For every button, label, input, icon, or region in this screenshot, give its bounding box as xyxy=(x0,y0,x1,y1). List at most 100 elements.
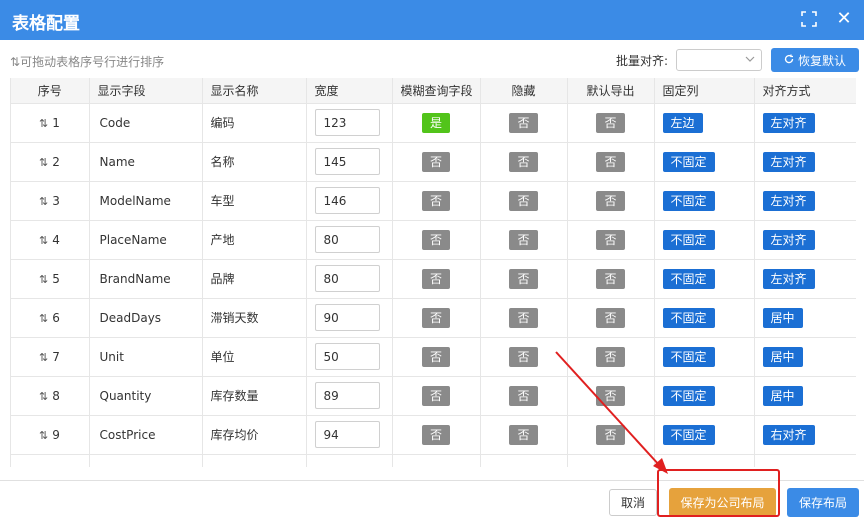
drag-handle-icon[interactable]: ⇅ xyxy=(39,429,48,442)
export-toggle[interactable]: 否 xyxy=(596,346,625,367)
row-seq-cell[interactable]: ⇅ 8 xyxy=(11,376,90,416)
width-input[interactable] xyxy=(314,265,380,292)
save-company-layout-button[interactable]: 保存为公司布局 xyxy=(669,488,776,517)
save-layout-button[interactable]: 保存布局 xyxy=(787,488,859,517)
drag-handle-icon[interactable]: ⇅ xyxy=(39,351,48,364)
width-input[interactable] xyxy=(314,226,380,253)
row-field: PlaceName xyxy=(89,220,203,260)
fixed-column-toggle[interactable]: 不固定 xyxy=(662,151,715,172)
align-toggle[interactable]: 左对齐 xyxy=(762,229,815,250)
drag-handle-icon[interactable]: ⇅ xyxy=(39,117,48,130)
align-toggle[interactable]: 左对齐 xyxy=(762,151,815,172)
fixed-column-toggle[interactable]: 不固定 xyxy=(662,190,715,211)
row-seq-cell[interactable]: ⇅ 4 xyxy=(11,220,90,260)
align-toggle[interactable]: 左对齐 xyxy=(762,268,815,289)
export-toggle[interactable]: 否 xyxy=(596,190,625,211)
fuzzy-toggle[interactable]: 否 xyxy=(421,268,450,289)
hidden-toggle[interactable]: 否 xyxy=(509,346,538,367)
fixed-column-toggle[interactable]: 不固定 xyxy=(662,268,715,289)
hidden-toggle[interactable]: 否 xyxy=(509,268,538,289)
row-seq-cell[interactable]: ⇅ 2 xyxy=(11,142,90,182)
fuzzy-toggle[interactable]: 否 xyxy=(421,151,450,172)
table-row[interactable]: ⇅8Quantity库存数量否否否不固定居中 xyxy=(11,376,856,416)
fuzzy-toggle[interactable]: 否 xyxy=(421,307,450,328)
fuzzy-toggle[interactable]: 否 xyxy=(421,385,450,406)
table-row[interactable]: ⇅1Code编码是否否左边左对齐 xyxy=(11,103,856,143)
hidden-toggle[interactable]: 否 xyxy=(509,229,538,250)
export-toggle[interactable]: 否 xyxy=(596,151,625,172)
row-fixed-cell: 不固定 xyxy=(654,415,755,455)
hidden-toggle[interactable]: 否 xyxy=(509,112,538,133)
table-row[interactable]: ⇅2Name名称否否否不固定左对齐 xyxy=(11,142,856,182)
width-input[interactable] xyxy=(314,421,380,448)
export-toggle[interactable]: 否 xyxy=(596,424,625,445)
cancel-button[interactable]: 取消 xyxy=(609,489,657,516)
row-seq-cell[interactable]: ⇅ 3 xyxy=(11,181,90,221)
width-input[interactable] xyxy=(314,148,380,175)
row-hidden-cell: 否 xyxy=(480,220,568,260)
row-fixed-cell: 左边 xyxy=(654,103,755,143)
drag-handle-icon[interactable]: ⇅ xyxy=(39,234,48,247)
row-name: 品牌 xyxy=(202,259,307,299)
table-row[interactable]: ⇅6DeadDays滞销天数否否否不固定居中 xyxy=(11,298,856,338)
drag-handle-icon[interactable]: ⇅ xyxy=(39,390,48,403)
row-seq-cell[interactable]: ⇅ 1 xyxy=(11,103,90,143)
hidden-toggle[interactable]: 否 xyxy=(509,424,538,445)
width-input[interactable] xyxy=(314,187,380,214)
table-row[interactable]: ⇅7Unit单位否否否不固定居中 xyxy=(11,337,856,377)
drag-handle-icon[interactable]: ⇅ xyxy=(39,273,48,286)
row-export-cell: 否 xyxy=(567,142,655,182)
export-toggle[interactable]: 否 xyxy=(596,112,625,133)
row-export-cell: 否 xyxy=(567,103,655,143)
row-seq: 3 xyxy=(52,193,60,208)
fixed-column-toggle[interactable]: 不固定 xyxy=(662,307,715,328)
hidden-toggle[interactable]: 否 xyxy=(509,190,538,211)
align-toggle[interactable]: 左对齐 xyxy=(762,112,815,133)
hidden-toggle[interactable]: 否 xyxy=(509,151,538,172)
row-export-cell: 否 xyxy=(567,181,655,221)
fixed-column-toggle[interactable]: 不固定 xyxy=(662,385,715,406)
drag-handle-icon[interactable]: ⇅ xyxy=(39,156,48,169)
hidden-toggle[interactable]: 否 xyxy=(509,307,538,328)
fuzzy-toggle[interactable]: 是 xyxy=(421,112,450,133)
align-toggle[interactable]: 居中 xyxy=(762,307,803,328)
export-toggle[interactable]: 否 xyxy=(596,268,625,289)
row-fuzzy-cell: 否 xyxy=(392,220,481,260)
width-input[interactable] xyxy=(314,382,380,409)
width-input[interactable] xyxy=(314,304,380,331)
row-seq-cell[interactable]: ⇅ 7 xyxy=(11,337,90,377)
restore-default-button[interactable]: 恢复默认 xyxy=(771,48,859,72)
batch-align-select[interactable] xyxy=(676,49,762,71)
align-toggle[interactable]: 右对齐 xyxy=(762,424,815,445)
fixed-column-toggle[interactable]: 不固定 xyxy=(662,229,715,250)
fixed-column-toggle[interactable]: 不固定 xyxy=(662,346,715,367)
align-toggle[interactable]: 左对齐 xyxy=(762,190,815,211)
table-row[interactable]: ⇅4PlaceName产地否否否不固定左对齐 xyxy=(11,220,856,260)
config-table[interactable]: 序号 显示字段 显示名称 宽度 模糊查询字段 隐藏 默认导出 固定列 对齐方式 … xyxy=(10,78,856,467)
align-toggle[interactable]: 居中 xyxy=(762,346,803,367)
table-row[interactable]: ⇅5BrandName品牌否否否不固定左对齐 xyxy=(11,259,856,299)
width-input[interactable] xyxy=(314,343,380,370)
table-row[interactable]: ⇅3ModelName车型否否否不固定左对齐 xyxy=(11,181,856,221)
row-align-cell: 居中 xyxy=(754,376,856,416)
fuzzy-toggle[interactable]: 否 xyxy=(421,346,450,367)
drag-handle-icon[interactable]: ⇅ xyxy=(39,312,48,325)
expand-icon[interactable] xyxy=(798,8,820,30)
width-input[interactable] xyxy=(314,109,380,136)
row-seq-cell[interactable]: ⇅ 6 xyxy=(11,298,90,338)
export-toggle[interactable]: 否 xyxy=(596,307,625,328)
fuzzy-toggle[interactable]: 否 xyxy=(421,229,450,250)
row-seq-cell[interactable]: ⇅ 9 xyxy=(11,415,90,455)
row-seq-cell[interactable]: ⇅ 5 xyxy=(11,259,90,299)
fixed-column-toggle[interactable]: 左边 xyxy=(662,112,703,133)
fuzzy-toggle[interactable]: 否 xyxy=(421,424,450,445)
export-toggle[interactable]: 否 xyxy=(596,229,625,250)
table-row[interactable]: ⇅9CostPrice库存均价否否否不固定右对齐 xyxy=(11,415,856,455)
fuzzy-toggle[interactable]: 否 xyxy=(421,190,450,211)
close-icon[interactable]: ✕ xyxy=(833,8,855,30)
align-toggle[interactable]: 居中 xyxy=(762,385,803,406)
hidden-toggle[interactable]: 否 xyxy=(509,385,538,406)
fixed-column-toggle[interactable]: 不固定 xyxy=(662,424,715,445)
export-toggle[interactable]: 否 xyxy=(596,385,625,406)
drag-handle-icon[interactable]: ⇅ xyxy=(39,195,48,208)
